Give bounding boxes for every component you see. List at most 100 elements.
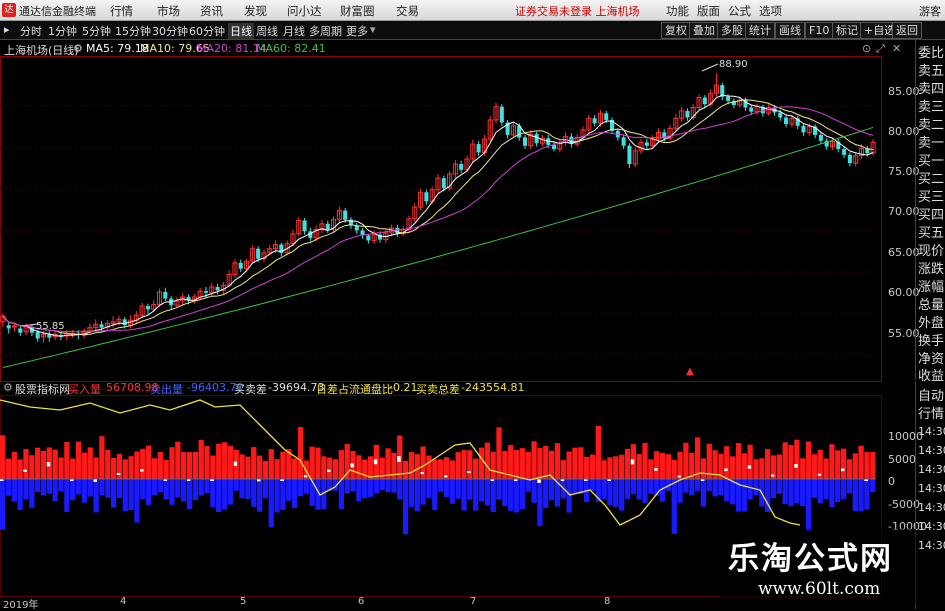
side-label[interactable]: 总量: [918, 294, 945, 313]
settings-icon[interactable]: ⚙: [73, 42, 83, 55]
candle-body: [842, 149, 847, 155]
menu-markets[interactable]: 市场: [157, 3, 180, 19]
candle-body: [441, 178, 446, 189]
sell-volume-bar: [823, 479, 829, 500]
price-chart[interactable]: ▲: [0, 56, 880, 380]
buy-volume-bar: [262, 460, 269, 479]
buy-volume-bar: [146, 445, 152, 479]
side-label[interactable]: 外盘: [918, 312, 945, 331]
buy-volume-bar: [134, 451, 140, 479]
guest-label[interactable]: 游客: [919, 3, 941, 19]
menu-formula[interactable]: 公式: [728, 3, 751, 19]
buy-volume-bar: [292, 458, 298, 479]
period-tab-intraday[interactable]: 分时: [20, 23, 42, 39]
overlay-button[interactable]: 叠加: [689, 22, 719, 39]
sell-volume-bar: [689, 479, 695, 496]
candle-body: [476, 144, 481, 153]
period-tab-more[interactable]: 更多: [346, 23, 368, 39]
side-label[interactable]: 卖三: [918, 96, 945, 115]
candle-body: [685, 110, 690, 118]
menu-news[interactable]: 资讯: [200, 3, 223, 19]
more-dropdown-icon[interactable]: ▾: [370, 23, 376, 36]
indicator-tick-label: 0: [888, 475, 895, 488]
indicator-side-panel: 自动 行情 14:30 14:30 14:30 14:30 14:30 14:3…: [915, 381, 945, 609]
buy-volume-bar: [0, 435, 6, 479]
ratio-value: -0.21: [389, 381, 418, 394]
draw-button[interactable]: 画线: [775, 22, 805, 39]
period-tab-daily[interactable]: 日线: [228, 23, 254, 39]
sell-volume-bar: [601, 479, 607, 500]
app-menu-bar: 达 通达信金融终端 行情 市场 资讯 发现 问小达 财富圈 交易 证券交易未登录…: [0, 0, 945, 21]
menu-layout[interactable]: 版面: [697, 3, 720, 19]
buy-volume-bar: [128, 456, 134, 479]
f10-button[interactable]: F10: [805, 22, 834, 39]
menu-wealth[interactable]: 财富圈: [340, 3, 375, 19]
sell-volume-bar: [706, 479, 712, 491]
side-label[interactable]: 买二: [918, 168, 945, 187]
sell-volume-bar: [408, 479, 415, 507]
mark-button[interactable]: 标记: [832, 22, 862, 39]
side-label-2[interactable]: 自动: [918, 385, 945, 404]
sell-volume-bar: [788, 479, 794, 507]
side-label[interactable]: 卖二: [918, 114, 945, 133]
period-tab-weekly[interactable]: 周线: [256, 23, 278, 39]
dropdown-icon[interactable]: ▸: [4, 23, 10, 36]
adjust-button[interactable]: 复权: [661, 22, 691, 39]
menu-discover[interactable]: 发现: [244, 3, 267, 19]
sell-volume-bar: [58, 479, 64, 492]
side-label[interactable]: 现价: [918, 240, 945, 259]
candle-body: [702, 97, 707, 105]
side-label[interactable]: 卖五: [918, 60, 945, 79]
buy-volume-bar: [759, 458, 765, 479]
side-label[interactable]: 买三: [918, 186, 945, 205]
buy-volume-bar: [216, 443, 222, 479]
menu-trade[interactable]: 交易: [396, 3, 419, 19]
side-label[interactable]: 买一: [918, 150, 945, 169]
period-tab-15min[interactable]: 15分钟: [115, 23, 151, 39]
buy-volume-bar: [753, 459, 759, 479]
period-tab-5min[interactable]: 5分钟: [82, 23, 111, 39]
sell-volume-bar: [642, 479, 648, 504]
back-button[interactable]: 返回: [892, 22, 922, 39]
cursor-mark: ▲: [686, 366, 694, 377]
expand-icon[interactable]: ⤢: [876, 42, 885, 56]
sell-volume-bar: [46, 479, 52, 494]
side-label[interactable]: 换手: [918, 330, 945, 349]
multi-stock-button[interactable]: 多股: [717, 22, 747, 39]
sell-volume-bar: [846, 479, 853, 494]
sell-volume-bar: [683, 479, 689, 493]
side-label[interactable]: 买四: [918, 204, 945, 223]
indicator-settings-icon[interactable]: ⚙: [3, 381, 13, 394]
candle-body: [215, 286, 220, 291]
side-label[interactable]: 卖四: [918, 78, 945, 97]
period-tab-monthly[interactable]: 月线: [283, 23, 305, 39]
close-icon[interactable]: ✕: [892, 42, 901, 55]
stats-button[interactable]: 统计: [745, 22, 775, 39]
side-label[interactable]: 涨幅: [918, 276, 945, 295]
menu-function[interactable]: 功能: [666, 3, 689, 19]
sell-volume-bar: [0, 479, 6, 530]
period-tab-multi[interactable]: 多周期: [309, 23, 342, 39]
sell-volume-bar: [467, 479, 473, 500]
side-label-2[interactable]: 行情: [918, 403, 945, 422]
menu-options[interactable]: 选项: [759, 3, 782, 19]
buy-volume-bar: [525, 452, 531, 479]
side-label[interactable]: 买五: [918, 222, 945, 241]
candle-body: [749, 107, 754, 112]
menu-market[interactable]: 行情: [110, 3, 133, 19]
zoom-icon[interactable]: ⊙: [862, 42, 871, 55]
buy-volume-bar: [169, 447, 175, 479]
high-mark-pointer: [701, 63, 719, 72]
period-tab-1min[interactable]: 1分钟: [48, 23, 77, 39]
menu-ask[interactable]: 问小达: [287, 3, 322, 19]
sell-volume-bar: [776, 479, 782, 494]
sell-volume-bar: [163, 479, 169, 500]
period-tab-60min[interactable]: 60分钟: [189, 23, 225, 39]
buy-volume-bar: [17, 459, 23, 479]
buy-volume-bar: [309, 446, 315, 479]
login-notice[interactable]: 证券交易未登录 上海机场: [515, 3, 640, 19]
period-tab-30min[interactable]: 30分钟: [152, 23, 188, 39]
side-label[interactable]: 卖一: [918, 132, 945, 151]
side-label[interactable]: 涨跌: [918, 258, 945, 277]
side-label[interactable]: 委比: [918, 42, 945, 61]
